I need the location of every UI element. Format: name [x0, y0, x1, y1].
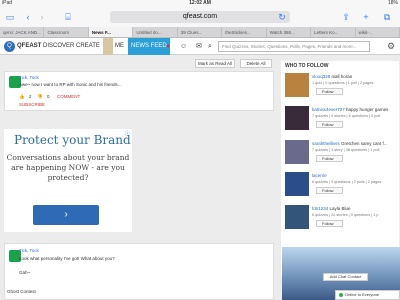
dislike-count: 0 — [47, 94, 50, 99]
online-dot-icon — [339, 293, 343, 297]
tab-jack[interactable]: qerxi: JACK AND... — [0, 27, 45, 37]
user-avatar[interactable] — [285, 205, 309, 229]
feed-post: Tick, Tock Look what personality I've go… — [4, 243, 274, 300]
mark-all-read-button[interactable]: Mark as Read All — [195, 59, 235, 68]
tab-newsfeed[interactable]: News F... — [88, 27, 134, 37]
subscribe-button[interactable]: SUBSCRIBE — [19, 102, 45, 108]
user-name[interactable]: sarahtheilliers — [312, 141, 340, 146]
nav-me[interactable]: ME — [115, 38, 124, 55]
battery-level: 18% — [387, 0, 398, 6]
user-stats: 6 quizzes | 0 questions | 2 polls | 2 pa… — [312, 180, 382, 184]
follow-suggestion: katniss4ever727 happy hunger games 7 qui… — [285, 106, 397, 136]
follow-button[interactable]: Follow — [316, 220, 343, 227]
avatar[interactable] — [103, 38, 113, 55]
tab-39clues[interactable]: 39 Clues... — [178, 27, 223, 37]
add-chat-contact-button[interactable]: Add Chat Contact — [323, 273, 368, 281]
qfeast-logo-icon[interactable]: Q — [4, 41, 15, 52]
follow-button[interactable]: Follow — [316, 88, 343, 95]
user-title: niall horan — [331, 74, 353, 79]
status-bar: iPad 12:02 AM 18% — [0, 0, 400, 7]
online-status-label: Online to Everyone — [345, 292, 380, 297]
search-input[interactable]: Find Quizzes, Stories, Questions, Polls,… — [218, 41, 370, 52]
tab-letters[interactable]: Letters Ko... — [311, 27, 356, 37]
post-footer: Ghost Contest — [7, 289, 36, 294]
online-status-toggle[interactable]: Online to Everyone — [335, 290, 400, 300]
user-name[interactable]: vlooq328 — [312, 74, 330, 79]
post-author[interactable]: Tick, Tock — [19, 75, 39, 81]
forward-icon[interactable]: › — [36, 7, 48, 27]
friends-icon[interactable]: ☺ — [180, 38, 187, 55]
ad-body: Conversations about your brand are happe… — [6, 153, 130, 182]
user-name[interactable]: katniss4ever727 — [312, 107, 345, 112]
like-icon[interactable]: 👍 — [19, 94, 25, 100]
notification-icon[interactable]: ● — [166, 38, 170, 55]
bookmarks-icon[interactable]: ⌸ — [62, 7, 74, 27]
reload-icon[interactable]: ↻ — [276, 7, 288, 27]
follow-button[interactable]: Follow — [316, 121, 343, 128]
ad-headline: Protect your Brand — [14, 133, 131, 147]
comment-button[interactable]: COMMENT — [57, 94, 80, 100]
clock: 12:02 AM — [189, 0, 211, 6]
follow-suggestion: fdn1234 Layla Blue 6 quizzes | 22 storie… — [285, 205, 397, 235]
tab-strip: qerxi: JACK AND... Classroom News F... U… — [0, 27, 400, 38]
tab-untitled[interactable]: Untitled do... — [133, 27, 178, 37]
who-to-follow-title: WHO TO FOLLOW — [285, 63, 329, 69]
user-stats: 1 quiz | 0 questions | 1 poll | 2 pages — [312, 81, 374, 85]
follow-suggestion: sarahtheilliers Gretchen samy cant f... … — [285, 140, 397, 170]
follow-suggestion: vlooq328 niall horan 1 quiz | 0 question… — [285, 73, 397, 103]
user-stats: 6 quizzes | 22 stories | 0 questions | 1… — [312, 213, 379, 217]
post-text-line: Gah~ — [19, 270, 31, 275]
news-feed: Mark as Read All Delete All Tick, Tock A… — [0, 55, 278, 300]
follow-suggestion: lacerne 6 quizzes | 0 questions | 2 poll… — [285, 172, 397, 202]
back-icon[interactable]: ‹ — [22, 7, 34, 27]
tab-wikit[interactable]: wikit-... — [356, 27, 400, 37]
post-text: Awe~ now I want to RP with Sonic and his… — [19, 82, 122, 87]
search-icon[interactable]: ⌕ — [208, 38, 212, 55]
browser-toolbar: ▭ ‹ › ⌸ AA qfeast.com ↻ ⇪ + ⧉ — [0, 7, 400, 27]
share-icon[interactable]: ⇪ — [340, 7, 352, 27]
like-count: 2 — [29, 94, 32, 99]
follow-button[interactable]: Follow — [316, 155, 343, 162]
user-name[interactable]: lacerne — [312, 173, 327, 178]
user-avatar[interactable] — [285, 73, 309, 97]
feed-post: Tick, Tock Awe~ now I want to RP with So… — [4, 71, 274, 111]
tab-watch[interactable]: Watch 365... — [267, 27, 312, 37]
nav-logo-text[interactable]: QFEAST — [17, 38, 41, 55]
post-text: Look what personality I've got! What abo… — [19, 256, 115, 261]
follow-button[interactable]: Follow — [316, 187, 343, 194]
tab-classroom[interactable]: Classroom — [44, 27, 89, 37]
user-title: Layla Blue — [329, 206, 351, 211]
user-avatar[interactable] — [285, 140, 309, 164]
dislike-icon[interactable]: 👎 — [37, 94, 43, 100]
user-avatar[interactable] — [285, 106, 309, 130]
user-title: happy hunger games — [346, 107, 389, 112]
nav-discover[interactable]: DISCOVER — [43, 38, 74, 55]
user-stats: 7 quizzes | 1 story | 38 questions | 1 p… — [312, 148, 380, 152]
url-field[interactable]: qfeast.com — [110, 11, 290, 23]
user-title: Gretchen samy cant f... — [341, 141, 388, 146]
user-avatar[interactable] — [285, 172, 309, 196]
ad-next-button[interactable]: › — [33, 205, 99, 225]
delete-all-button[interactable]: Delete All — [240, 59, 272, 68]
nav-newsfeed[interactable]: NEWS FEED — [128, 38, 170, 55]
nav-create[interactable]: CREATE — [76, 38, 100, 55]
messages-icon[interactable]: ✉ — [196, 38, 202, 55]
gear-icon[interactable]: ⚙ — [385, 40, 397, 52]
new-tab-icon[interactable]: + — [360, 7, 372, 27]
site-navbar: Q QFEAST DISCOVER CREATE ME NEWS FEED ● … — [0, 38, 400, 55]
user-stats: 7 quizzes | 0 stories | 6 questions | 0 … — [312, 114, 381, 118]
tabs-icon[interactable]: ⧉ — [380, 7, 394, 27]
sidebar-icon[interactable]: ▭ — [4, 7, 16, 27]
who-to-follow-panel: WHO TO FOLLOW vlooq328 niall horan 1 qui… — [281, 61, 399, 276]
user-name[interactable]: fdn1234 — [312, 206, 328, 211]
post-author[interactable]: Tick, Tock — [19, 248, 39, 254]
tab-stickies[interactable]: theStickies... — [222, 27, 267, 37]
